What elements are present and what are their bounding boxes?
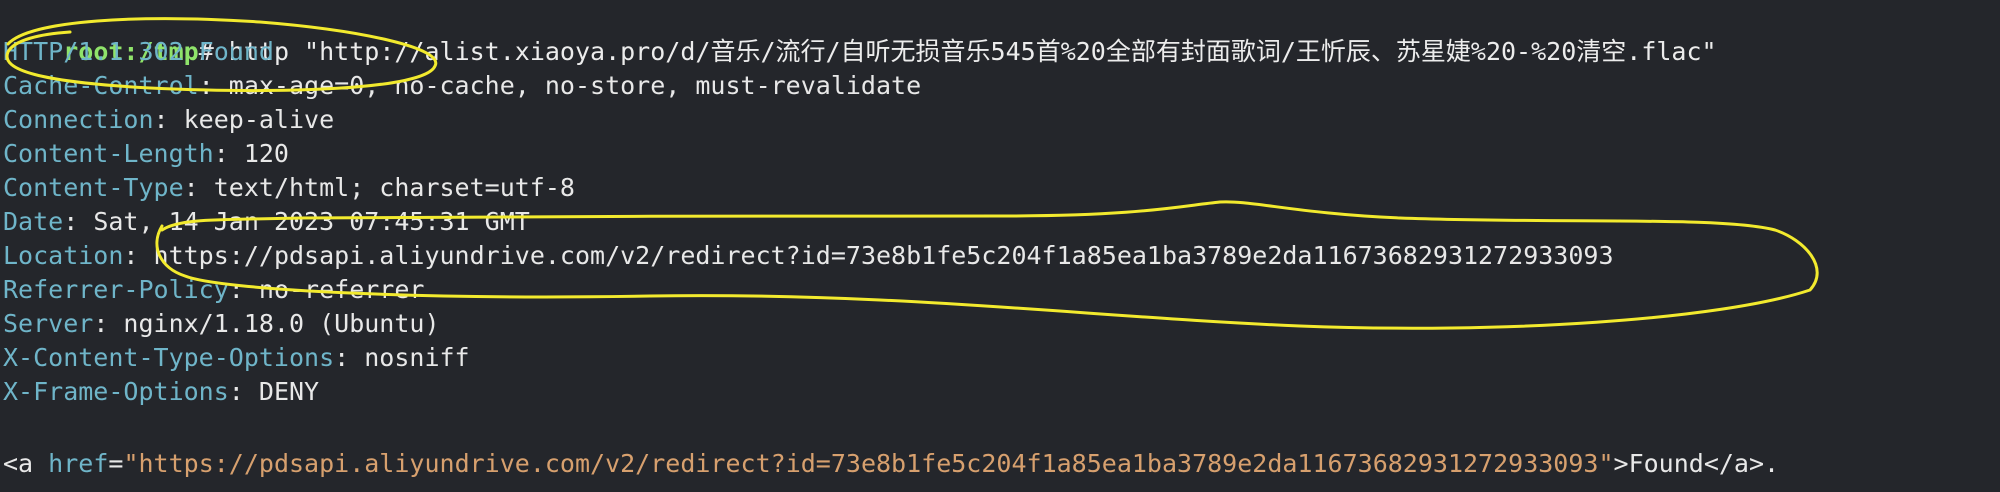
header-key: X-Content-Type-Options [3,343,335,372]
header-value: text/html; charset=utf-8 [213,173,575,202]
header-row-connection: Connection: keep-alive [3,105,335,134]
html-tag-open: <a [3,449,34,478]
header-key: Referrer-Policy [3,275,229,304]
header-row-referrer-policy: Referrer-Policy: no-referrer [3,275,425,304]
header-row-cache-control: Cache-Control: max-age=0, no-cache, no-s… [3,71,922,100]
header-row-server: Server: nginx/1.18.0 (Ubuntu) [3,309,440,338]
header-row-location: Location: https://pdsapi.aliyundrive.com… [3,241,1614,270]
header-row-content-type: Content-Type: text/html; charset=utf-8 [3,173,575,202]
header-value: no-referrer [258,275,425,304]
header-key: Connection [3,105,154,134]
html-attr-equals: = [108,449,124,478]
header-value: DENY [258,377,320,406]
header-value: Sat, 14 Jan 2023 07:45:31 GMT [93,207,530,236]
header-key: Cache-Control [3,71,199,100]
header-row-x-frame-options: X-Frame-Options: DENY [3,377,320,406]
command-line: root:/tmp# http "http://alist.xiaoya.pro… [3,1,1716,66]
response-body-line: <a href="https://pdsapi.aliyundrive.com/… [3,447,1779,481]
header-key: Location [3,241,124,270]
header-row-content-length: Content-Length: 120 [3,139,289,168]
header-key: Content-Length [3,139,214,168]
header-key: Date [3,207,64,236]
header-key: X-Frame-Options [3,377,229,406]
header-value: max-age=0, no-cache, no-store, must-reva… [228,71,922,100]
header-key: Server [3,309,94,338]
header-value: keep-alive [183,105,335,134]
command-text: http "http://alist.xiaoya.pro/d/音乐/流行/自听… [213,37,1717,66]
html-attr-value[interactable]: "https://pdsapi.aliyundrive.com/v2/redir… [123,449,1613,478]
header-key: Content-Type [3,173,184,202]
location-url[interactable]: https://pdsapi.aliyundrive.com/v2/redire… [154,241,1614,270]
header-value: nginx/1.18.0 (Ubuntu) [123,309,440,338]
header-value: 120 [243,139,289,168]
header-value: nosniff [364,343,470,372]
terminal-window[interactable]: root:/tmp# http "http://alist.xiaoya.pro… [0,0,2000,492]
header-row-date: Date: Sat, 14 Jan 2023 07:45:31 GMT [3,207,530,236]
html-attr-name: href [33,449,109,478]
status-line: HTTP/1.1 302 Found [3,37,274,66]
header-row-x-content-type-options: X-Content-Type-Options: nosniff [3,343,470,372]
html-link-text: >Found</a>. [1613,449,1780,478]
